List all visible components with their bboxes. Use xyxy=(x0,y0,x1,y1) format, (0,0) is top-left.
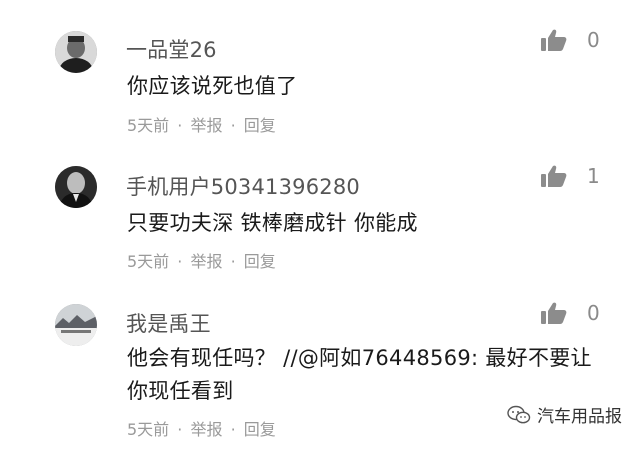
like-count: 0 xyxy=(587,28,600,52)
comment-username[interactable]: 我是禹王 xyxy=(126,308,211,338)
user-avatar[interactable] xyxy=(55,31,97,73)
watermark-text: 汽车用品报 xyxy=(537,407,622,427)
comment-meta: 5天前 · 举报 · 回复 xyxy=(127,416,276,440)
reply-link[interactable]: 回复 xyxy=(244,112,276,136)
meta-separator: · xyxy=(177,420,183,439)
comment-meta: 5天前 · 举报 · 回复 xyxy=(127,248,276,272)
comment-username[interactable]: 手机用户50341396280 xyxy=(126,171,360,201)
meta-separator: · xyxy=(177,252,183,271)
meta-separator: · xyxy=(230,116,236,135)
like-count: 0 xyxy=(587,301,600,325)
like-button[interactable]: 0 xyxy=(540,28,600,52)
thumbs-up-icon xyxy=(541,29,567,51)
user-avatar[interactable] xyxy=(55,166,97,208)
avatar-man-dark-icon xyxy=(55,31,97,73)
thumbs-up-icon xyxy=(541,165,567,187)
like-button[interactable]: 0 xyxy=(540,301,600,325)
avatar-landscape-icon xyxy=(55,304,97,346)
report-link[interactable]: 举报 xyxy=(190,248,222,272)
meta-separator: · xyxy=(230,252,236,271)
comment-content: 你应该说死也值了 xyxy=(127,74,298,98)
watermark: 汽车用品报 xyxy=(507,402,622,427)
avatar-godfather-icon xyxy=(55,166,97,208)
comment-username[interactable]: 一品堂26 xyxy=(126,34,217,64)
meta-separator: · xyxy=(230,420,236,439)
report-link[interactable]: 举报 xyxy=(190,112,222,136)
comment-time: 5天前 xyxy=(127,252,170,271)
comment-time: 5天前 xyxy=(127,116,170,135)
report-link[interactable]: 举报 xyxy=(190,416,222,440)
comment-meta: 5天前 · 举报 · 回复 xyxy=(127,112,276,136)
like-count: 1 xyxy=(587,164,600,188)
wechat-icon xyxy=(507,405,531,423)
comment-content: 他会有现任吗？ //@阿如76448569: 最好不要让你现任看到 xyxy=(127,346,592,403)
reply-link[interactable]: 回复 xyxy=(244,248,276,272)
meta-separator: · xyxy=(177,116,183,135)
user-avatar[interactable] xyxy=(55,304,97,346)
comment-time: 5天前 xyxy=(127,420,170,439)
reply-link[interactable]: 回复 xyxy=(244,416,276,440)
comment-content: 只要功夫深 铁棒磨成针 你能成 xyxy=(127,211,418,235)
thumbs-up-icon xyxy=(541,302,567,324)
like-button[interactable]: 1 xyxy=(540,164,600,188)
